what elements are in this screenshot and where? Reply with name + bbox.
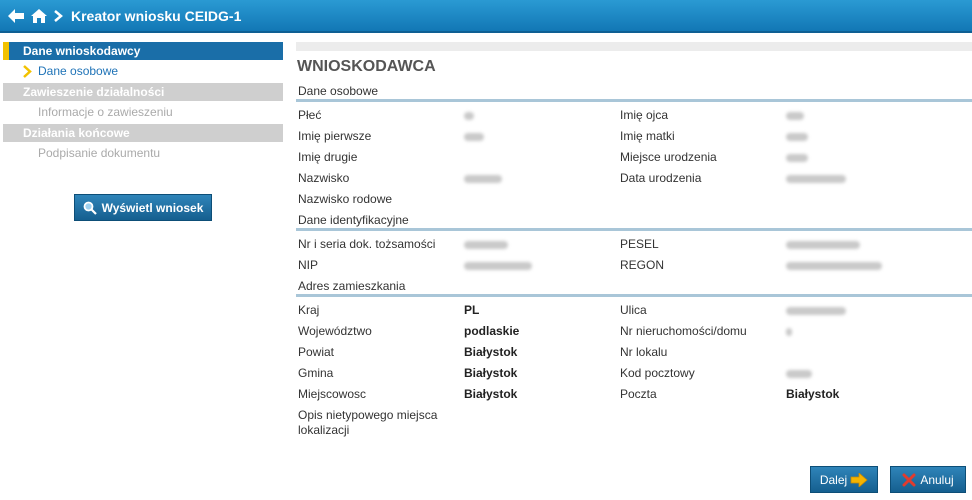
arrow-right-icon: [850, 472, 868, 487]
table-row: Nazwisko Data urodzenia: [296, 167, 972, 188]
redacted-value: [786, 258, 882, 272]
group-personal: Płeć Imię ojca Imię pierwsze Imię matki …: [296, 102, 972, 209]
sidebar-item-sign-document[interactable]: Podpisanie dokumentu: [3, 142, 283, 165]
field-value: podlaskie: [464, 324, 520, 338]
field-value: Białystok: [464, 345, 518, 359]
field-value: Białystok: [464, 387, 518, 401]
redacted-value: [786, 108, 804, 122]
field-label: Poczta: [620, 387, 657, 401]
field-value: PL: [464, 303, 480, 317]
table-row: Opis nietypowego miejsca lokalizacji: [296, 404, 972, 438]
group-address: Kraj PL Ulica Województwo podlaskie Nr n…: [296, 297, 972, 438]
field-label: Imię ojca: [620, 108, 669, 122]
chevron-right-icon: [23, 65, 32, 78]
sidebar-item-personal-data[interactable]: Dane osobowe: [3, 60, 283, 83]
table-row: Nazwisko rodowe: [296, 188, 972, 209]
sidebar-section-applicant[interactable]: Dane wnioskodawcy: [3, 42, 283, 60]
field-label: Nr lokalu: [620, 345, 668, 359]
chevron-right-icon: [54, 10, 63, 22]
magnifier-icon: [83, 201, 97, 215]
field-label: Płeć: [298, 108, 322, 122]
field-label: Imię matki: [620, 129, 675, 143]
preview-button-label: Wyświetl wniosek: [101, 200, 204, 215]
table-row: Miejscowosc Białystok Poczta Białystok: [296, 383, 972, 404]
close-icon: [902, 473, 916, 486]
redacted-value: [464, 171, 502, 185]
redacted-value: [786, 366, 812, 380]
field-label: REGON: [620, 258, 665, 272]
redacted-value: [786, 150, 808, 164]
group-identification: Nr i seria dok. tożsamości PESEL NIP REG…: [296, 231, 972, 275]
field-label: Nr nieruchomości/domu: [620, 324, 747, 338]
table-row: Imię drugie Miejsce urodzenia: [296, 146, 972, 167]
back-arrow-icon[interactable]: [7, 8, 25, 24]
field-label: Miejscowosc: [298, 387, 367, 401]
redacted-value: [786, 237, 860, 251]
field-label: Województwo: [298, 324, 372, 338]
field-label: Gmina: [298, 366, 334, 380]
page-title: Kreator wniosku CEIDG-1: [71, 8, 242, 24]
field-label: Miejsce urodzenia: [620, 150, 717, 164]
field-label: Nazwisko: [298, 171, 350, 185]
table-row: Powiat Białystok Nr lokalu: [296, 341, 972, 362]
field-value: Białystok: [464, 366, 518, 380]
sidebar-item-label: Dane osobowe: [38, 64, 119, 78]
field-value: Białystok: [786, 387, 840, 401]
group-title-address: Adres zamieszkania: [296, 275, 972, 297]
field-label: Nr i seria dok. tożsamości: [298, 237, 436, 251]
top-strip: [296, 42, 972, 51]
table-row: Płeć Imię ojca: [296, 104, 972, 125]
field-label: PESEL: [620, 237, 659, 251]
table-row: Województwo podlaskie Nr nieruchomości/d…: [296, 320, 972, 341]
redacted-value: [464, 129, 484, 143]
sidebar-item-suspension-info[interactable]: Informacje o zawieszeniu: [3, 101, 283, 124]
field-label: Opis nietypowego miejsca lokalizacji: [298, 408, 438, 437]
action-bar: Dalej Anuluj: [810, 466, 966, 493]
cancel-button-label: Anuluj: [920, 472, 954, 487]
redacted-value: [464, 237, 508, 251]
next-button-label: Dalej: [819, 472, 848, 487]
field-label: Imię drugie: [298, 150, 358, 164]
table-row: Gmina Białystok Kod pocztowy: [296, 362, 972, 383]
sidebar: Dane wnioskodawcy Dane osobowe Zawieszen…: [3, 42, 283, 221]
redacted-value: [786, 171, 846, 185]
field-label: Ulica: [620, 303, 647, 317]
redacted-value: [464, 258, 532, 272]
redacted-value: [786, 324, 792, 338]
sidebar-section-final[interactable]: Działania końcowe: [3, 124, 283, 142]
home-icon[interactable]: [30, 8, 48, 24]
field-label: Kraj: [298, 303, 320, 317]
field-label: NIP: [298, 258, 319, 272]
table-row: Nr i seria dok. tożsamości PESEL: [296, 233, 972, 254]
table-row: Imię pierwsze Imię matki: [296, 125, 972, 146]
field-label: Nazwisko rodowe: [298, 192, 393, 206]
section-title: WNIOSKODAWCA: [297, 58, 436, 75]
table-row: NIP REGON: [296, 254, 972, 275]
sidebar-section-suspension[interactable]: Zawieszenie działalności: [3, 83, 283, 101]
main-content: WNIOSKODAWCA Dane osobowe Płeć Imię ojca…: [296, 42, 972, 438]
group-title-personal: Dane osobowe: [296, 80, 972, 102]
field-label: Data urodzenia: [620, 171, 702, 185]
preview-application-button[interactable]: Wyświetl wniosek: [74, 194, 212, 221]
cancel-button[interactable]: Anuluj: [890, 466, 966, 493]
redacted-value: [786, 129, 808, 143]
field-label: Kod pocztowy: [620, 366, 695, 380]
next-button[interactable]: Dalej: [810, 466, 878, 493]
title-bar: Kreator wniosku CEIDG-1: [0, 0, 972, 33]
table-row: Kraj PL Ulica: [296, 299, 972, 320]
group-title-identification: Dane identyfikacyjne: [296, 209, 972, 231]
redacted-value: [464, 108, 474, 122]
field-label: Imię pierwsze: [298, 129, 372, 143]
redacted-value: [786, 303, 846, 317]
field-label: Powiat: [298, 345, 335, 359]
